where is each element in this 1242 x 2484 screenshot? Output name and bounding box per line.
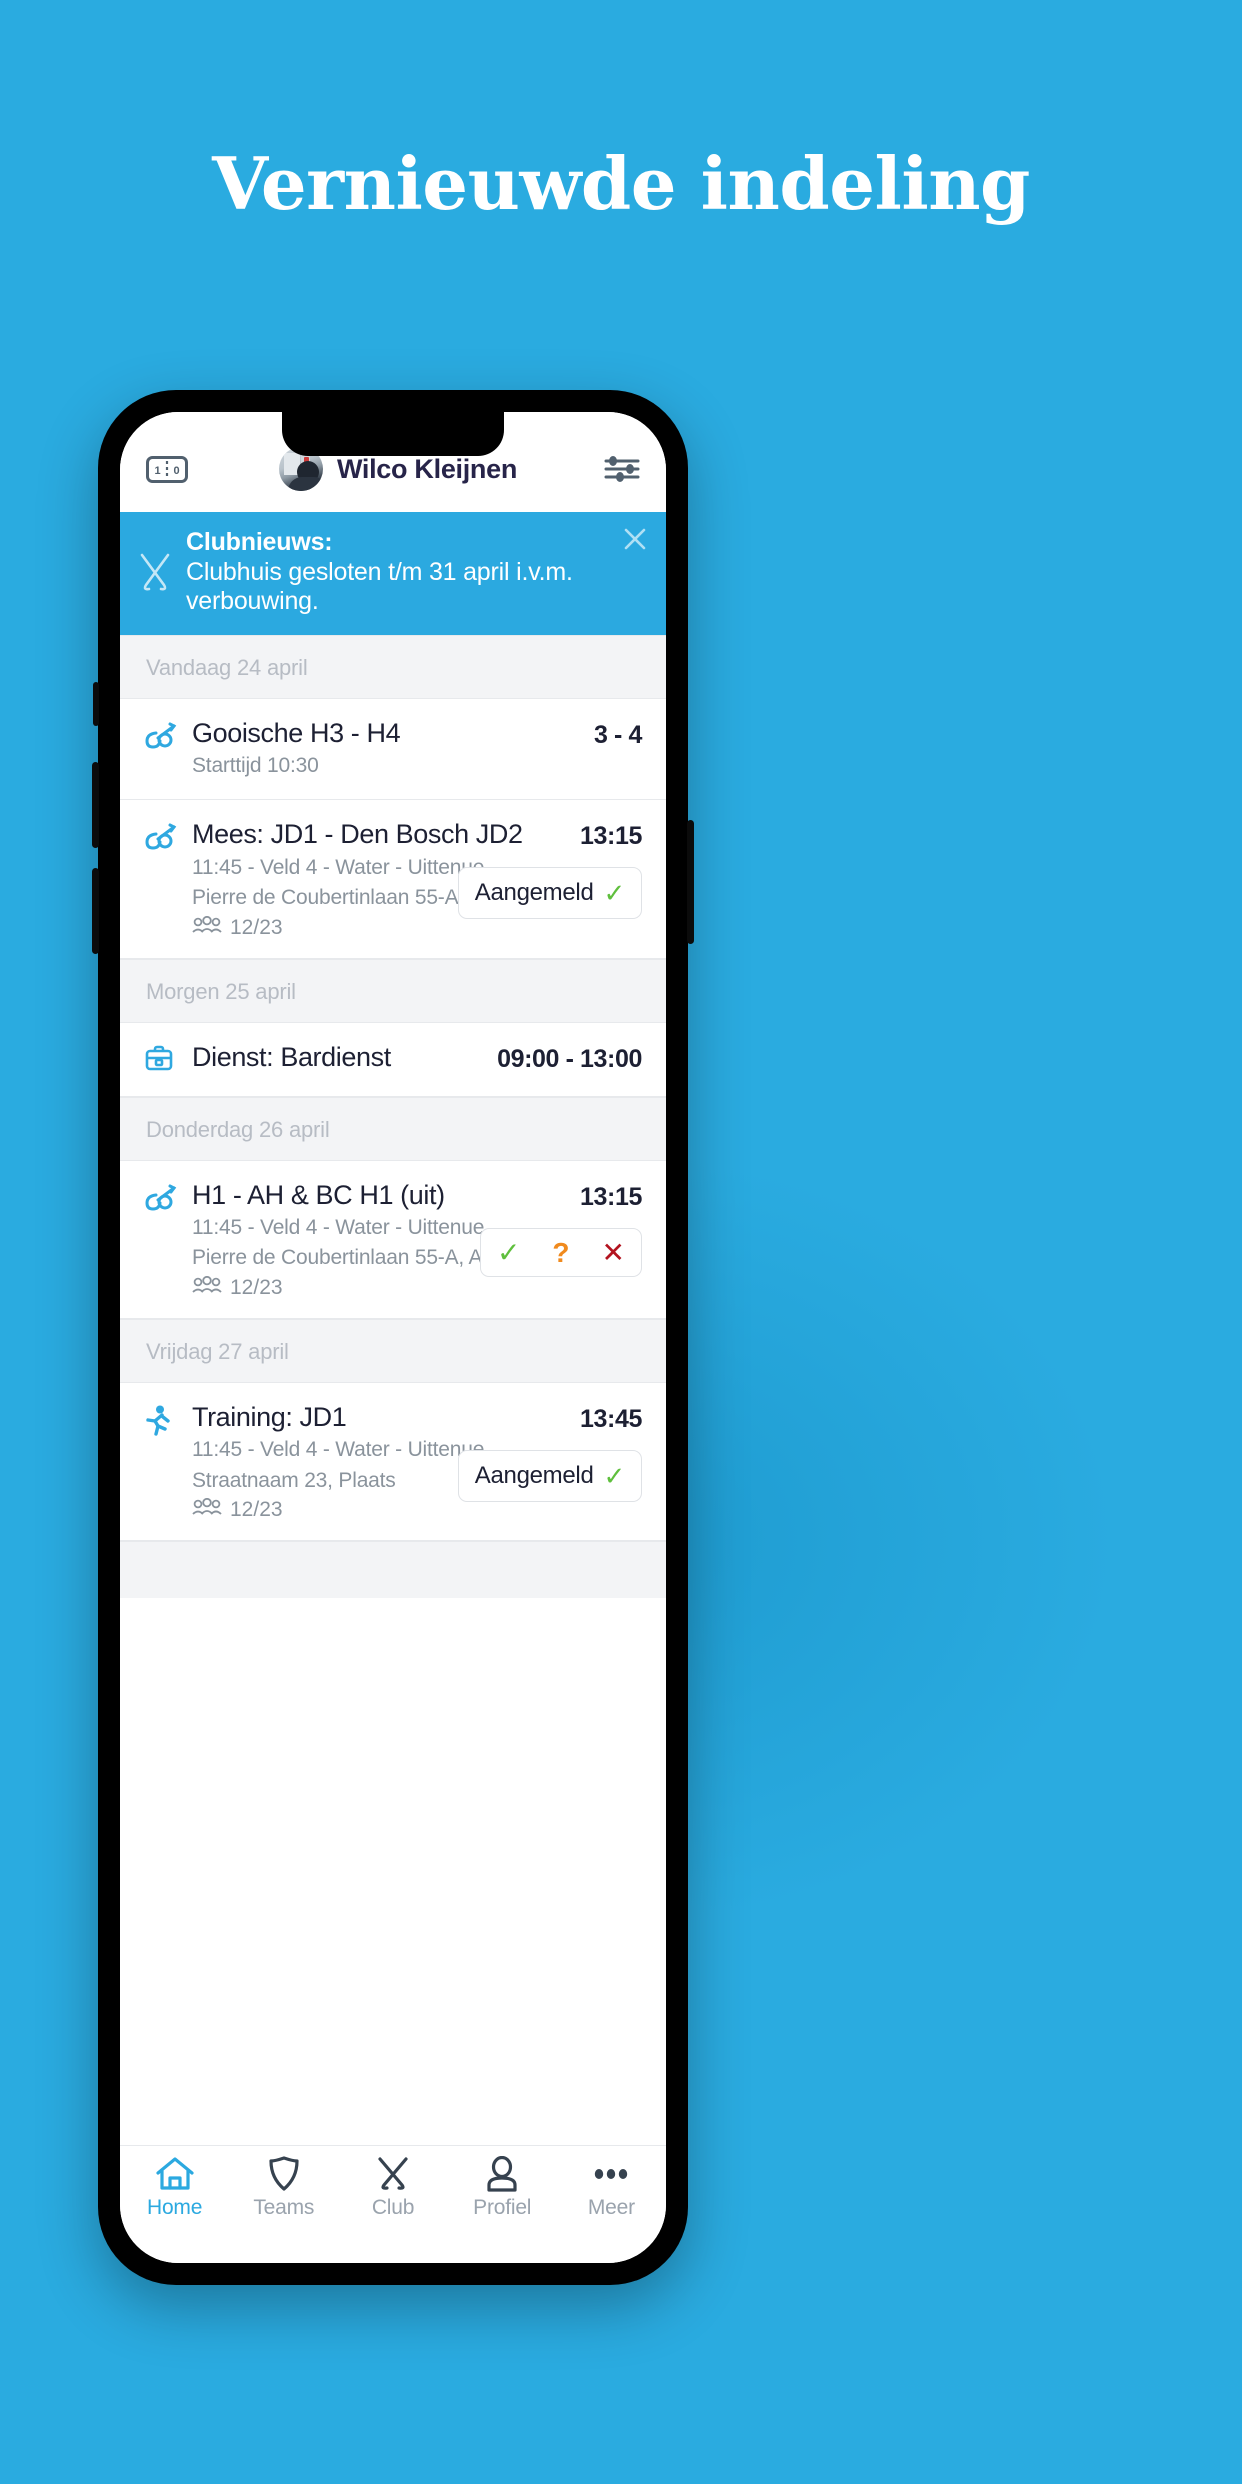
banner-message: Clubhuis gesloten t/m 31 april i.v.m. ve…	[186, 557, 573, 616]
aangemeld-label: Aangemeld	[474, 879, 594, 907]
crossed-sticks-icon	[375, 2156, 411, 2192]
tab-meer-label: Meer	[587, 2196, 635, 2219]
hockey-stick-ball-icon	[144, 818, 178, 857]
svg-text:0: 0	[173, 465, 179, 477]
item-meta: Starttijd 10:30	[192, 753, 319, 777]
item-time: 13:45	[580, 1404, 642, 1433]
hockey-stick-ball-icon	[144, 717, 178, 756]
phone-notch	[282, 412, 504, 456]
available-no-button[interactable]: ✕	[586, 1229, 641, 1276]
shield-icon	[267, 2156, 301, 2192]
scoreboard-icon[interactable]: 1 0	[146, 455, 188, 483]
item-meta: 11:45 - Veld 4 - Water - Uittenue	[192, 1438, 485, 1462]
item-title: H1 - AH & BC H1 (uit)	[192, 1179, 445, 1210]
available-yes-button[interactable]: ✓	[481, 1229, 536, 1276]
phone-volume-down-button	[92, 868, 99, 954]
briefcase-icon	[144, 1041, 178, 1078]
attendance-count: 12/23	[230, 1275, 283, 1299]
ellipsis-icon	[591, 2156, 631, 2192]
people-icon	[192, 1498, 222, 1522]
list-item[interactable]: Training: JD1 11:45 - Veld 4 - Water - U…	[120, 1382, 666, 1542]
banner-title: Clubnieuws:	[186, 528, 333, 556]
aangemeld-button[interactable]: Aangemeld ✓	[457, 1449, 642, 1502]
item-meta: 11:45 - Veld 4 - Water - Uittenue	[192, 1215, 485, 1239]
check-icon: ✓	[603, 1460, 626, 1491]
phone-mute-button	[93, 682, 99, 726]
close-icon[interactable]	[622, 526, 648, 552]
aangemeld-button[interactable]: Aangemeld ✓	[457, 867, 642, 920]
phone-screen: 1 0 Wilco Kleijnen Clubnieuws: Clubhuis …	[120, 412, 666, 2263]
tab-teams-label: Teams	[253, 2196, 315, 2219]
item-meta: 11:45 - Veld 4 - Water - Uittenue	[192, 855, 485, 879]
home-icon	[155, 2156, 195, 2192]
day-header: Morgen 25 april	[120, 958, 666, 1023]
item-attendance: 12/23	[192, 1498, 444, 1522]
crossed-hockey-sticks-icon	[138, 551, 172, 593]
available-maybe-button[interactable]: ?	[536, 1229, 585, 1276]
item-time: 13:15	[580, 822, 642, 851]
item-time: 09:00 - 13:00	[497, 1044, 642, 1073]
tab-teams[interactable]: Teams	[229, 2156, 338, 2220]
running-person-icon	[144, 1401, 178, 1442]
tab-home[interactable]: Home	[120, 2156, 229, 2220]
check-icon: ✓	[603, 878, 626, 909]
item-attendance: 12/23	[192, 915, 444, 940]
people-icon	[192, 915, 222, 940]
tab-profiel-label: Profiel	[473, 2196, 532, 2219]
hockey-stick-ball-icon	[144, 1179, 178, 1218]
list-bottom-spacer	[120, 1541, 666, 1599]
item-attendance: 12/23	[192, 1275, 466, 1300]
bottom-navigation: Home Teams Club Profiel Meer	[120, 2145, 666, 2263]
day-header: Vandaag 24 april	[120, 634, 666, 699]
day-header: Vrijdag 27 april	[120, 1318, 666, 1383]
list-item[interactable]: Dienst: Bardienst 09:00 - 13:00	[120, 1022, 666, 1097]
tab-profiel[interactable]: Profiel	[448, 2156, 557, 2220]
availability-buttons: ✓ ? ✕	[479, 1227, 642, 1277]
person-icon	[485, 2156, 519, 2192]
item-title: Mees: JD1 - Den Bosch JD2	[192, 819, 523, 850]
item-time: 13:15	[580, 1182, 642, 1211]
page-title: Vernieuwde indeling	[212, 141, 1030, 226]
aangemeld-label: Aangemeld	[474, 1461, 594, 1489]
tab-club[interactable]: Club	[338, 2156, 447, 2220]
sliders-icon[interactable]	[604, 455, 640, 483]
item-title: Gooische H3 - H4	[192, 717, 401, 748]
item-location: Straatnaam 23, Plaats	[192, 1468, 396, 1492]
list-item[interactable]: Gooische H3 - H4 Starttijd 10:30 3 - 4	[120, 698, 666, 801]
phone-frame: 1 0 Wilco Kleijnen Clubnieuws: Clubhuis …	[92, 390, 694, 2285]
list-item[interactable]: Mees: JD1 - Den Bosch JD2 11:45 - Veld 4…	[120, 800, 666, 959]
tab-meer[interactable]: Meer	[557, 2156, 666, 2220]
phone-power-button	[687, 820, 694, 944]
item-location: Pierre de Coubertinlaan 55-A, Almere	[192, 886, 534, 910]
user-name: Wilco Kleijnen	[336, 453, 518, 484]
svg-text:1: 1	[154, 465, 160, 477]
item-title: Training: JD1	[192, 1401, 347, 1432]
day-header: Donderdag 26 april	[120, 1096, 666, 1161]
item-score: 3 - 4	[593, 720, 642, 749]
item-title: Dienst: Bardienst	[192, 1041, 391, 1072]
club-news-banner[interactable]: Clubnieuws: Clubhuis gesloten t/m 31 apr…	[120, 512, 666, 635]
item-location: Pierre de Coubertinlaan 55-A, Almere	[192, 1246, 534, 1270]
tab-home-label: Home	[146, 2196, 203, 2219]
phone-volume-up-button	[92, 762, 99, 848]
tab-club-label: Club	[371, 2196, 415, 2219]
attendance-count: 12/23	[230, 915, 283, 939]
attendance-count: 12/23	[230, 1498, 283, 1522]
people-icon	[192, 1275, 222, 1300]
list-item[interactable]: H1 - AH & BC H1 (uit) 11:45 - Veld 4 - W…	[120, 1160, 666, 1319]
agenda-list: Vandaag 24 april Gooische H3 - H4 Startt…	[120, 634, 666, 1599]
